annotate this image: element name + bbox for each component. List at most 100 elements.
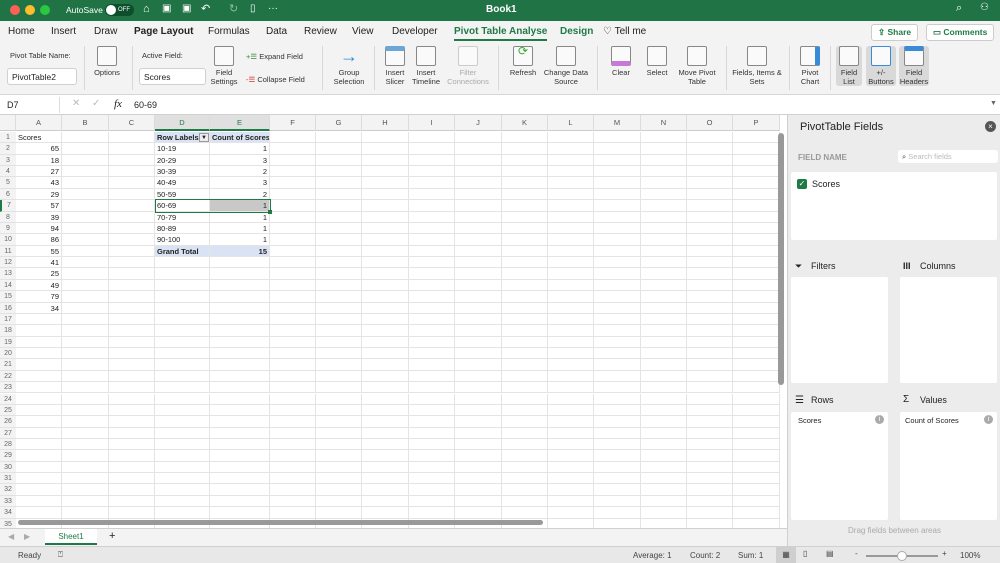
cell[interactable]	[409, 234, 455, 246]
cell[interactable]	[455, 302, 502, 314]
cell[interactable]	[109, 495, 155, 508]
cell[interactable]	[109, 291, 155, 303]
cell[interactable]	[270, 450, 316, 462]
cell[interactable]	[502, 348, 548, 360]
row-header-26[interactable]: 26	[0, 416, 16, 428]
cell[interactable]	[594, 404, 641, 417]
cell[interactable]	[687, 336, 733, 349]
cell[interactable]	[641, 473, 687, 485]
sheet-tab-sheet1[interactable]: Sheet1	[45, 529, 97, 545]
cell[interactable]	[641, 245, 687, 258]
cell[interactable]	[733, 370, 780, 383]
cell[interactable]	[687, 257, 733, 269]
tab-review[interactable]: Review	[304, 26, 337, 37]
cell[interactable]	[409, 325, 455, 337]
cell[interactable]	[316, 325, 362, 337]
cell[interactable]	[16, 484, 62, 496]
minimize-window-button[interactable]	[25, 5, 35, 15]
cell-D10[interactable]: 90-100	[155, 234, 210, 246]
cell[interactable]	[502, 211, 548, 223]
cell[interactable]	[502, 200, 548, 212]
expand-formula-icon[interactable]: ▼	[990, 100, 997, 107]
search-fields-input[interactable]: ⌕ Search fields	[898, 150, 998, 163]
cell[interactable]	[109, 154, 155, 167]
cell[interactable]	[270, 495, 316, 508]
cell[interactable]	[16, 427, 62, 439]
plus-minus-buttons-toggle[interactable]: +/- Buttons	[866, 46, 896, 86]
values-area[interactable]: Count of Scores i	[900, 412, 997, 520]
cell[interactable]	[548, 450, 594, 462]
cell[interactable]	[210, 393, 270, 405]
cell[interactable]	[455, 313, 502, 326]
cell[interactable]	[455, 393, 502, 405]
cell[interactable]	[502, 393, 548, 405]
cell[interactable]	[594, 222, 641, 235]
cell[interactable]	[316, 348, 362, 360]
cell[interactable]	[210, 279, 270, 292]
cell[interactable]	[409, 427, 455, 439]
cell-E5[interactable]: 3	[210, 177, 270, 189]
cell[interactable]	[62, 132, 109, 144]
cell[interactable]	[109, 302, 155, 314]
cell[interactable]	[270, 370, 316, 383]
cell[interactable]	[210, 348, 270, 360]
cell[interactable]	[548, 313, 594, 326]
zoom-slider-handle[interactable]	[897, 551, 907, 561]
cell[interactable]	[548, 348, 594, 360]
cell[interactable]	[548, 461, 594, 474]
cell[interactable]	[270, 438, 316, 451]
cell[interactable]	[362, 325, 409, 337]
cell[interactable]	[362, 393, 409, 405]
cell[interactable]	[641, 416, 687, 428]
cell[interactable]	[210, 450, 270, 462]
cell[interactable]	[155, 507, 210, 519]
cell[interactable]	[548, 473, 594, 485]
cell[interactable]	[733, 473, 780, 485]
cell[interactable]	[362, 302, 409, 314]
cell-A13[interactable]: 25	[16, 268, 62, 280]
cell-E2[interactable]: 1	[210, 143, 270, 155]
row-header-21[interactable]: 21	[0, 359, 16, 371]
cell[interactable]	[316, 359, 362, 371]
cell[interactable]	[109, 348, 155, 360]
cell[interactable]	[409, 143, 455, 155]
cell[interactable]	[594, 313, 641, 326]
cell[interactable]	[210, 507, 270, 519]
cell[interactable]	[733, 359, 780, 371]
info-icon[interactable]: i	[875, 415, 884, 424]
cell[interactable]	[62, 279, 109, 292]
cell[interactable]	[109, 188, 155, 201]
cell[interactable]	[733, 154, 780, 167]
cell[interactable]	[548, 166, 594, 178]
cell[interactable]	[155, 427, 210, 439]
prev-sheet-icon[interactable]: ◀	[8, 532, 14, 541]
filter-connections-button[interactable]: Filter Connections	[444, 46, 492, 86]
cell[interactable]	[455, 461, 502, 474]
cell[interactable]	[733, 302, 780, 314]
account-icon[interactable]: ⚇	[980, 2, 989, 13]
cell[interactable]	[409, 257, 455, 269]
cell[interactable]	[316, 211, 362, 223]
cell[interactable]	[687, 211, 733, 223]
share-button[interactable]: ⇪ Share	[871, 24, 919, 41]
cell[interactable]	[502, 188, 548, 201]
cell[interactable]	[594, 302, 641, 314]
cell[interactable]	[455, 279, 502, 292]
cell[interactable]	[594, 268, 641, 280]
cell[interactable]	[455, 211, 502, 223]
cell[interactable]	[594, 382, 641, 394]
cell[interactable]	[362, 245, 409, 258]
row-header-18[interactable]: 18	[0, 325, 16, 337]
cell-D4[interactable]: 30-39	[155, 166, 210, 178]
cell[interactable]	[316, 461, 362, 474]
cell[interactable]	[16, 313, 62, 326]
home-icon[interactable]: ⌂	[143, 3, 150, 15]
cell-A14[interactable]: 49	[16, 279, 62, 292]
cell[interactable]	[687, 177, 733, 189]
cell[interactable]	[687, 416, 733, 428]
row-header-9[interactable]: 9	[0, 222, 16, 235]
cell[interactable]	[455, 416, 502, 428]
cell[interactable]	[455, 234, 502, 246]
cell[interactable]	[316, 279, 362, 292]
cell[interactable]	[733, 166, 780, 178]
